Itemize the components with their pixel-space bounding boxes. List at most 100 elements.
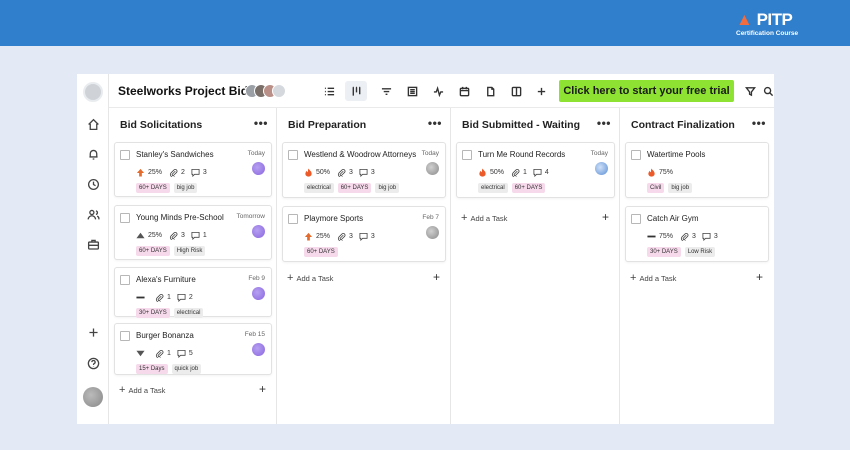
task-tag[interactable]: Civil	[647, 183, 665, 193]
attachment-count: 1	[167, 293, 171, 301]
task-tag[interactable]: 30+ DAYS	[647, 247, 681, 257]
task-tag[interactable]: 15+ Days	[136, 364, 168, 374]
add-task-button[interactable]: + Add a Task	[630, 272, 774, 284]
comment-count: 3	[713, 232, 718, 240]
task-checkbox[interactable]	[288, 214, 298, 224]
task-title: Burger Bonanza	[136, 331, 194, 340]
table-icon[interactable]	[401, 81, 423, 101]
assignee-avatar[interactable]	[252, 287, 265, 300]
list-icon[interactable]	[318, 81, 340, 101]
add-task-label: Add a Task	[296, 273, 334, 283]
task-meta: 15	[136, 348, 199, 358]
help-icon[interactable]	[84, 354, 102, 372]
task-tag[interactable]: 60+ DAYS	[304, 247, 338, 257]
document-icon[interactable]	[479, 81, 501, 101]
comment-icon	[359, 168, 368, 177]
assignee-avatar[interactable]	[252, 225, 265, 238]
attachment-count: 3	[349, 168, 353, 176]
add-task-button[interactable]: + Add a Task	[461, 212, 611, 224]
task-card[interactable]: Burger Bonanza Feb 15 1 5 15+ Days quick job	[114, 323, 272, 375]
free-trial-button[interactable]: Click here to start your free trial	[559, 80, 734, 102]
priority-tri-up-icon	[136, 231, 145, 240]
activity-icon[interactable]	[427, 81, 449, 101]
task-progress: 25%	[148, 168, 163, 176]
task-tag[interactable]: Low Risk	[684, 247, 716, 257]
column-title: Bid Submitted - Waiting	[462, 119, 581, 131]
priority-flat-icon	[136, 293, 145, 302]
filter-lines-icon[interactable]	[375, 81, 397, 101]
task-meta: 25% 3 1	[136, 230, 213, 240]
task-progress: 25%	[148, 231, 163, 239]
column-menu-icon[interactable]: •••	[752, 116, 766, 130]
add-task-plus-icon[interactable]: +	[756, 270, 763, 284]
people-icon[interactable]	[84, 205, 102, 223]
plus-icon[interactable]	[530, 81, 552, 101]
project-title: Steelworks Project Bids	[118, 84, 255, 98]
task-checkbox[interactable]	[120, 150, 130, 160]
task-card[interactable]: Westlend & Woodrow Attorneys Today 50% 3 3 el…	[282, 142, 446, 198]
assignee-avatar[interactable]	[252, 162, 265, 175]
user-avatar[interactable]	[83, 387, 103, 407]
bell-icon[interactable]	[84, 145, 102, 163]
task-checkbox[interactable]	[631, 214, 641, 224]
task-tag[interactable]: electrical	[478, 183, 508, 193]
task-tag[interactable]: 30+ DAYS	[136, 308, 170, 318]
task-tag[interactable]: 60+ DAYS	[511, 183, 546, 193]
briefcase-icon[interactable]	[84, 235, 102, 253]
task-tag[interactable]: electrical	[173, 308, 204, 318]
clock-icon[interactable]	[84, 175, 102, 193]
task-card[interactable]: Watertime Pools 75% Civil big job	[625, 142, 769, 198]
split-icon[interactable]	[505, 81, 527, 101]
assignee-avatar[interactable]	[426, 226, 439, 239]
task-due-date: Feb 9	[248, 275, 265, 282]
assignee-avatar[interactable]	[426, 162, 439, 175]
task-meta: 75%	[647, 167, 680, 177]
task-card[interactable]: Playmore Sports Feb 7 25% 3 3 60+ DAYS	[282, 206, 446, 262]
add-icon[interactable]	[84, 323, 102, 341]
task-tag[interactable]: big job	[375, 183, 400, 193]
priority-flat-icon	[647, 232, 656, 241]
search-icon[interactable]	[757, 81, 774, 101]
task-tag[interactable]: quick job	[171, 364, 202, 374]
task-tag[interactable]: 60+ DAYS	[136, 246, 170, 256]
task-checkbox[interactable]	[631, 150, 641, 160]
task-checkbox[interactable]	[462, 150, 472, 160]
task-tag[interactable]: big job	[668, 183, 693, 193]
task-due-date: Today	[247, 150, 265, 157]
task-checkbox[interactable]	[120, 275, 130, 285]
task-tag[interactable]: big job	[173, 183, 198, 193]
task-card[interactable]: Turn Me Round Records Today 50% 1 4 electrica…	[456, 142, 615, 198]
assignee-avatar[interactable]	[595, 162, 608, 175]
add-task-plus-icon[interactable]: +	[433, 270, 440, 284]
add-task-button[interactable]: + Add a Task	[119, 384, 269, 396]
add-task-plus-icon[interactable]: +	[259, 382, 266, 396]
column-menu-icon[interactable]: •••	[428, 116, 442, 130]
task-checkbox[interactable]	[120, 213, 130, 223]
board-icon[interactable]	[345, 81, 367, 101]
add-task-plus-icon[interactable]: +	[602, 210, 609, 224]
task-tag[interactable]: High Risk	[173, 246, 206, 256]
column-menu-icon[interactable]: •••	[597, 116, 611, 130]
home-icon[interactable]	[84, 115, 102, 133]
column-menu-icon[interactable]: •••	[254, 116, 268, 130]
task-card[interactable]: Alexa's Furniture Feb 9 1 2 30+ DAYS electric…	[114, 267, 272, 318]
add-task-button[interactable]: + Add a Task	[287, 272, 437, 284]
workspace-avatar[interactable]	[83, 82, 103, 102]
calendar-icon[interactable]	[453, 81, 475, 101]
member-avatars[interactable]	[245, 84, 295, 98]
plus-icon: +	[287, 272, 294, 284]
task-checkbox[interactable]	[120, 331, 130, 341]
task-tag[interactable]: 60+ DAYS	[136, 183, 170, 193]
task-card[interactable]: Young Minds Pre-School Tomorrow 25% 3 1 60+ D…	[114, 205, 272, 260]
task-card[interactable]: Stanley's Sandwiches Today 25% 2 3 60+ DAYS bi…	[114, 142, 272, 197]
assignee-avatar[interactable]	[252, 343, 265, 356]
paperclip-icon	[169, 168, 178, 177]
task-tag[interactable]: electrical	[304, 183, 334, 193]
comment-icon	[177, 293, 186, 302]
task-card[interactable]: Catch Air Gym 75% 3 3 30+ DAYS Low Risk	[625, 206, 769, 262]
add-task-label: Add a Task	[639, 273, 677, 283]
task-checkbox[interactable]	[288, 150, 298, 160]
task-tag[interactable]: 60+ DAYS	[337, 183, 372, 193]
paperclip-icon	[155, 349, 164, 358]
task-title: Watertime Pools	[647, 150, 706, 159]
